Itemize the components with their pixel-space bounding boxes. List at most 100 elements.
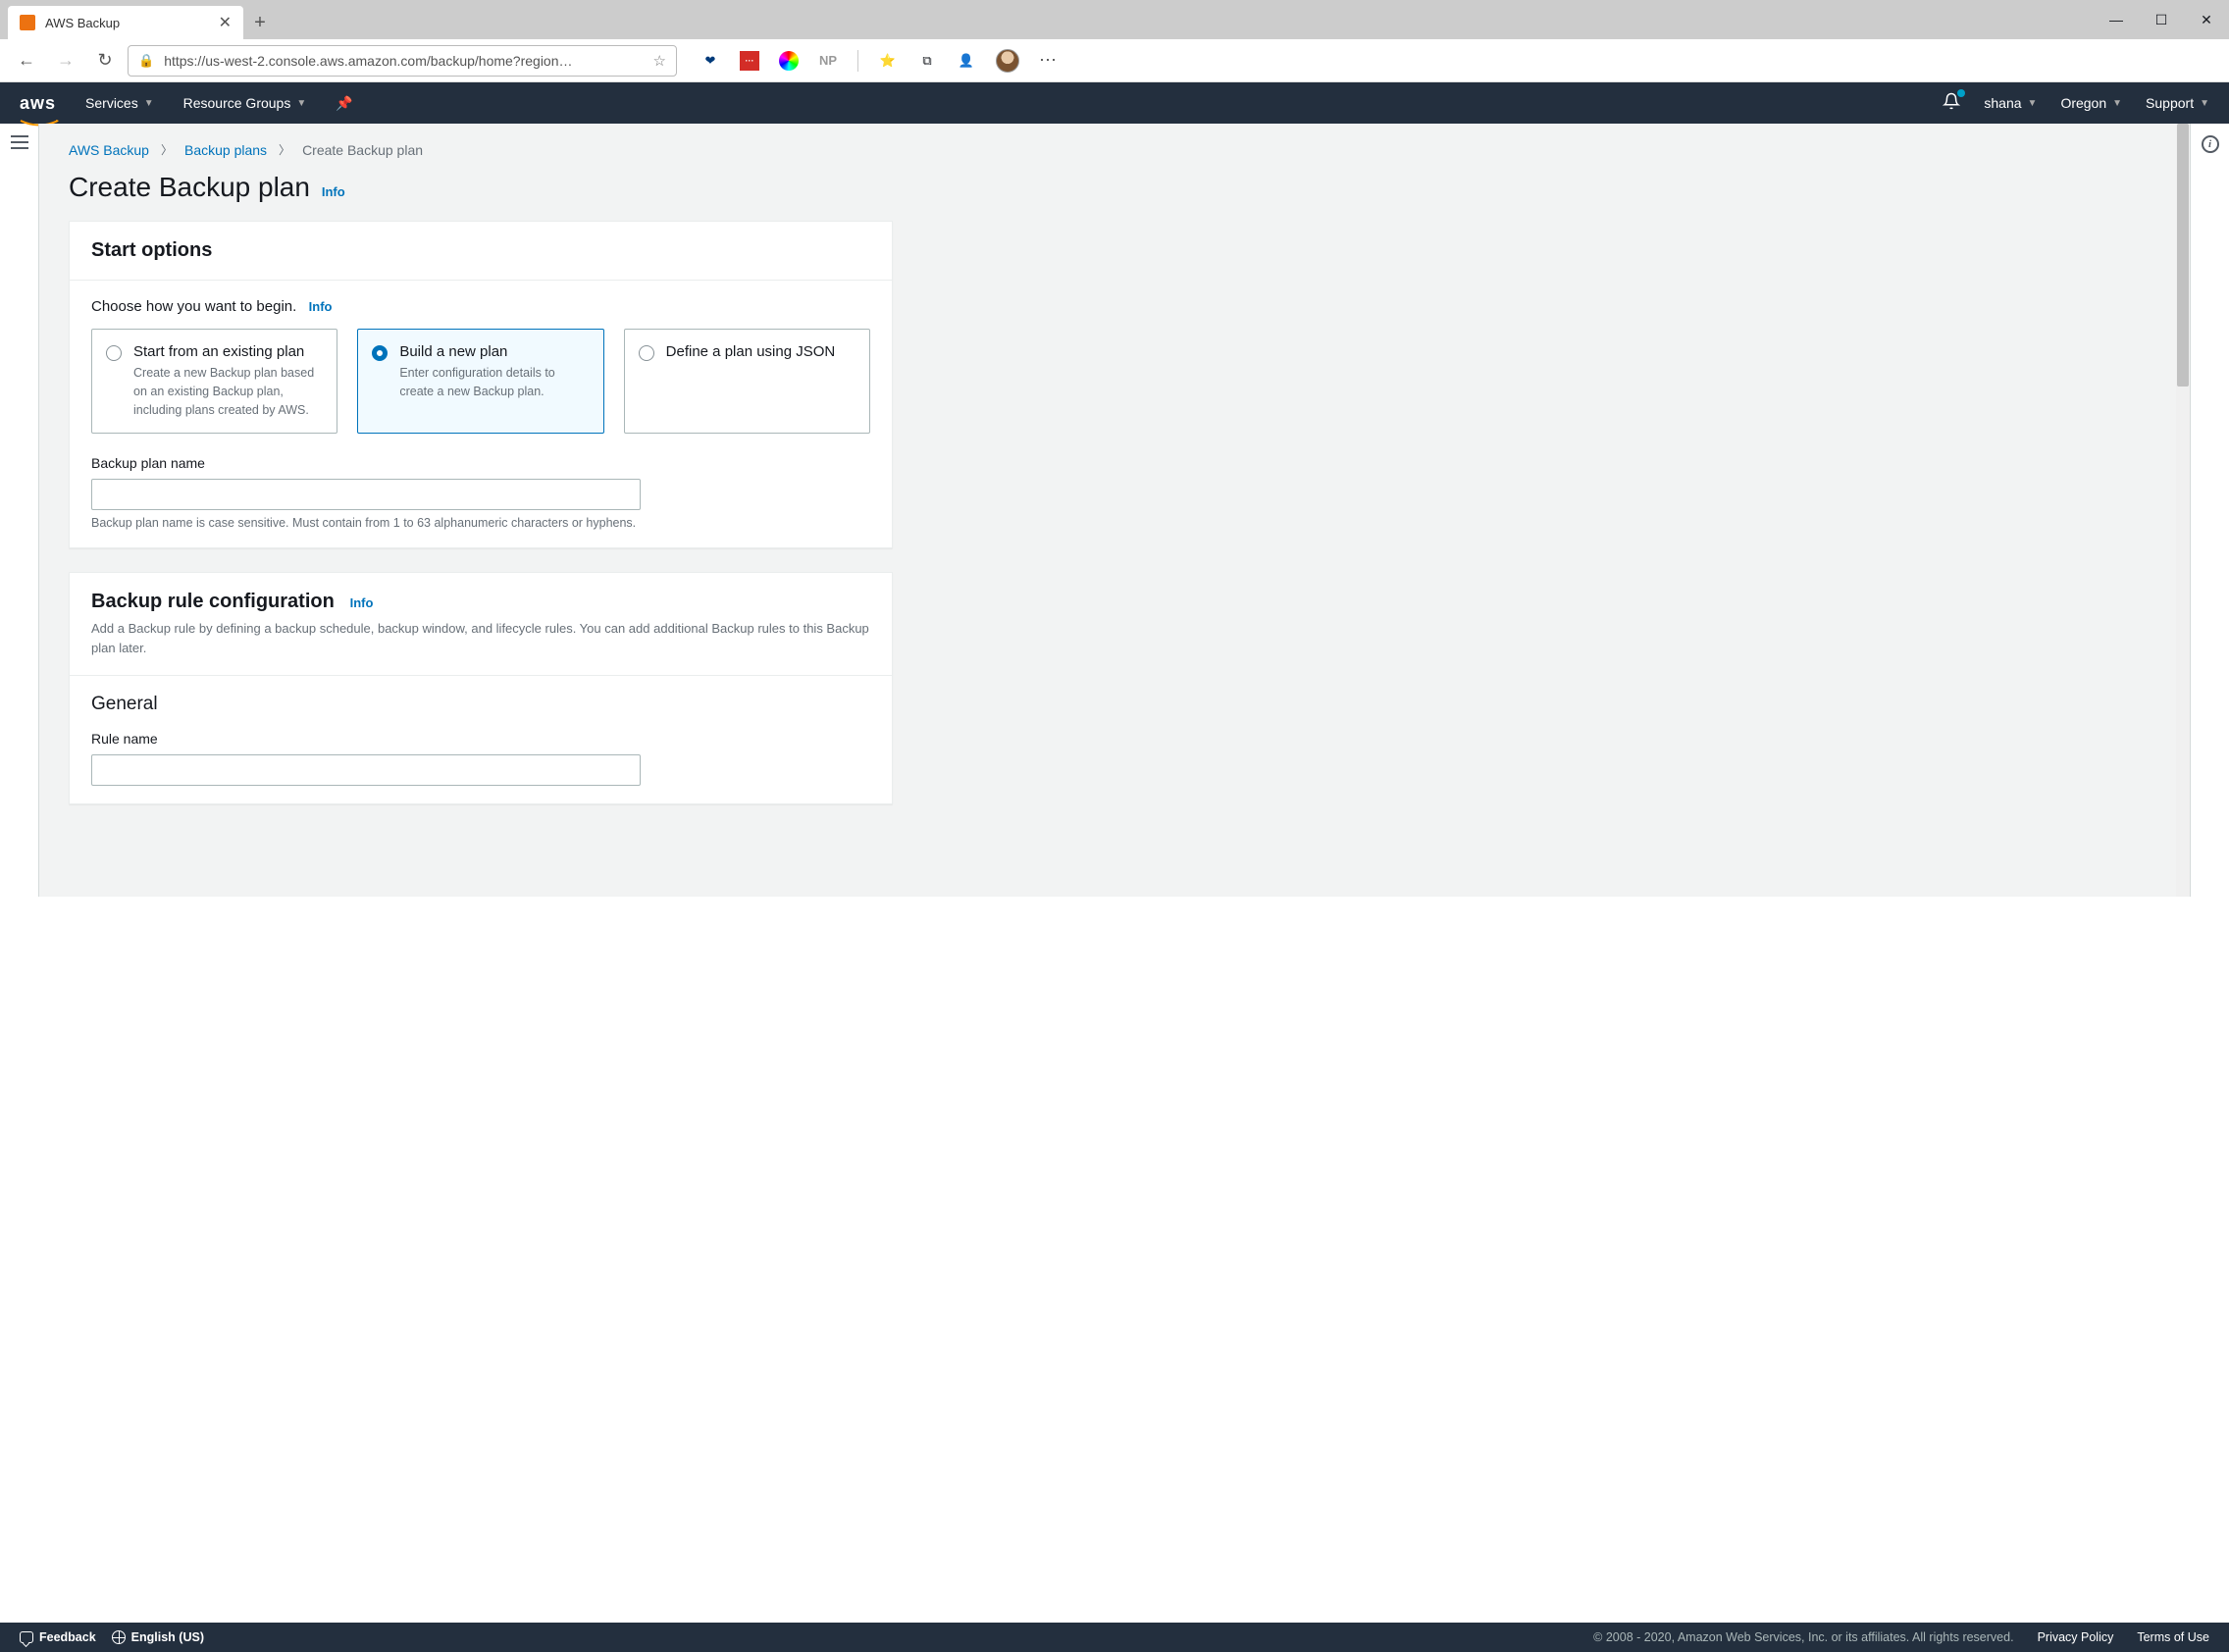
forward-button[interactable]: → (49, 44, 82, 77)
nav-support-label: Support (2146, 95, 2194, 111)
option-desc: Enter configuration details to create a … (399, 364, 589, 401)
nav-region-label: Oregon (2060, 95, 2106, 111)
chevron-right-icon: 〉 (161, 141, 173, 158)
collections-icon[interactable]: ⧉ (917, 51, 937, 71)
ext-np-icon[interactable]: NP (818, 51, 838, 71)
aws-top-nav: aws Services ▼ Resource Groups ▼ 📌 shana… (0, 82, 2229, 124)
window-close-button[interactable]: ✕ (2184, 0, 2229, 39)
refresh-button[interactable]: ↻ (88, 44, 122, 77)
user-avatar[interactable] (996, 49, 1019, 73)
chevron-down-icon: ▼ (296, 98, 306, 109)
main-content: AWS Backup 〉 Backup plans 〉 Create Backu… (39, 124, 2190, 897)
hamburger-icon[interactable] (11, 135, 28, 149)
separator (857, 50, 858, 72)
chevron-down-icon: ▼ (2200, 98, 2209, 109)
feedback-label: Feedback (39, 1630, 96, 1644)
breadcrumb-backup-plans[interactable]: Backup plans (184, 142, 267, 158)
rule-config-desc: Add a Backup rule by defining a backup s… (91, 619, 870, 657)
url-field[interactable]: 🔒 https://us-west-2.console.aws.amazon.c… (128, 45, 677, 77)
rule-name-label: Rule name (91, 731, 870, 747)
tab-bar: AWS Backup ✕ + — ☐ ✕ (0, 0, 2229, 39)
backup-plan-name-label: Backup plan name (91, 455, 870, 471)
address-bar: ← → ↻ 🔒 https://us-west-2.console.aws.am… (0, 39, 2229, 82)
browser-chrome: AWS Backup ✕ + — ☐ ✕ ← → ↻ 🔒 https://us-… (0, 0, 2229, 82)
radio-icon (372, 345, 388, 361)
page-title: Create Backup plan (69, 172, 310, 203)
option-build-new[interactable]: Build a new plan Enter configuration det… (357, 329, 603, 434)
chevron-down-icon: ▼ (2112, 98, 2122, 109)
option-desc: Create a new Backup plan based on an exi… (133, 364, 323, 419)
language-selector[interactable]: English (US) (112, 1630, 204, 1644)
start-options-panel: Start options Choose how you want to beg… (69, 221, 893, 548)
left-rail (0, 124, 39, 897)
more-icon[interactable]: ⋯ (1039, 50, 1059, 71)
lock-icon: 🔒 (138, 53, 154, 69)
browser-tab[interactable]: AWS Backup ✕ (8, 6, 243, 39)
favicon-icon (20, 15, 35, 30)
terms-link[interactable]: Terms of Use (2137, 1630, 2209, 1644)
right-rail: i (2190, 124, 2229, 897)
new-tab-button[interactable]: + (243, 6, 277, 39)
window-controls: — ☐ ✕ (2094, 0, 2229, 39)
nav-support[interactable]: Support ▼ (2146, 95, 2209, 111)
window-maximize-button[interactable]: ☐ (2139, 0, 2184, 39)
backup-plan-name-hint: Backup plan name is case sensitive. Must… (91, 516, 870, 530)
chat-icon (20, 1631, 33, 1643)
ext-heart-icon[interactable]: ❤ (700, 51, 720, 71)
window-minimize-button[interactable]: — (2094, 0, 2139, 39)
nav-services[interactable]: Services ▼ (85, 95, 154, 111)
info-link[interactable]: Info (309, 299, 333, 314)
nav-resource-groups[interactable]: Resource Groups ▼ (183, 95, 307, 111)
notification-dot (1957, 89, 1965, 97)
chevron-down-icon: ▼ (2028, 98, 2038, 109)
option-existing-plan[interactable]: Start from an existing plan Create a new… (91, 329, 337, 434)
extension-icons: ❤ ··· NP ⭐ ⧉ 👤 ⋯ (700, 49, 1059, 73)
scrollbar-thumb[interactable] (2177, 124, 2189, 387)
nav-services-label: Services (85, 95, 138, 111)
back-button[interactable]: ← (10, 44, 43, 77)
app-body: AWS Backup 〉 Backup plans 〉 Create Backu… (0, 124, 2229, 897)
info-icon[interactable]: i (2202, 135, 2219, 153)
pin-icon[interactable]: 📌 (336, 95, 352, 112)
rule-config-panel: Backup rule configuration Info Add a Bac… (69, 572, 893, 804)
general-heading: General (91, 694, 870, 715)
radio-icon (639, 345, 654, 361)
copyright: © 2008 - 2020, Amazon Web Services, Inc.… (1593, 1630, 2013, 1644)
nav-user[interactable]: shana ▼ (1984, 95, 2037, 111)
notifications-icon[interactable] (1943, 92, 1960, 115)
option-title: Define a plan using JSON (666, 343, 855, 360)
chevron-down-icon: ▼ (144, 98, 154, 109)
tab-close-icon[interactable]: ✕ (219, 13, 232, 32)
aws-logo[interactable]: aws (20, 93, 56, 114)
radio-icon (106, 345, 122, 361)
info-link[interactable]: Info (322, 184, 345, 199)
profile-icon[interactable]: 👤 (957, 51, 976, 71)
favorites-icon[interactable]: ⭐ (878, 51, 898, 71)
scrollbar[interactable] (2176, 124, 2190, 897)
privacy-link[interactable]: Privacy Policy (2038, 1630, 2114, 1644)
breadcrumb-aws-backup[interactable]: AWS Backup (69, 142, 149, 158)
rule-name-input[interactable] (91, 754, 641, 786)
ext-lastpass-icon[interactable]: ··· (740, 51, 759, 71)
backup-plan-name-input[interactable] (91, 479, 641, 510)
footer: Feedback English (US) © 2008 - 2020, Ama… (0, 1623, 2229, 1652)
tab-title: AWS Backup (45, 16, 209, 30)
feedback-link[interactable]: Feedback (20, 1630, 96, 1644)
language-label: English (US) (131, 1630, 204, 1644)
breadcrumb: AWS Backup 〉 Backup plans 〉 Create Backu… (69, 141, 893, 158)
favorite-icon[interactable]: ☆ (653, 52, 666, 70)
option-json[interactable]: Define a plan using JSON (624, 329, 870, 434)
globe-icon (112, 1630, 126, 1644)
option-title: Build a new plan (399, 343, 589, 360)
start-options-prompt: Choose how you want to begin. (91, 298, 296, 315)
nav-user-label: shana (1984, 95, 2021, 111)
rule-config-header: Backup rule configuration (91, 591, 335, 612)
nav-region[interactable]: Oregon ▼ (2060, 95, 2122, 111)
url-text: https://us-west-2.console.aws.amazon.com… (164, 53, 643, 69)
start-options-header: Start options (91, 239, 212, 261)
nav-resource-groups-label: Resource Groups (183, 95, 291, 111)
option-title: Start from an existing plan (133, 343, 323, 360)
ext-color-icon[interactable] (779, 51, 799, 71)
chevron-right-icon: 〉 (279, 141, 290, 158)
info-link[interactable]: Info (350, 595, 374, 610)
